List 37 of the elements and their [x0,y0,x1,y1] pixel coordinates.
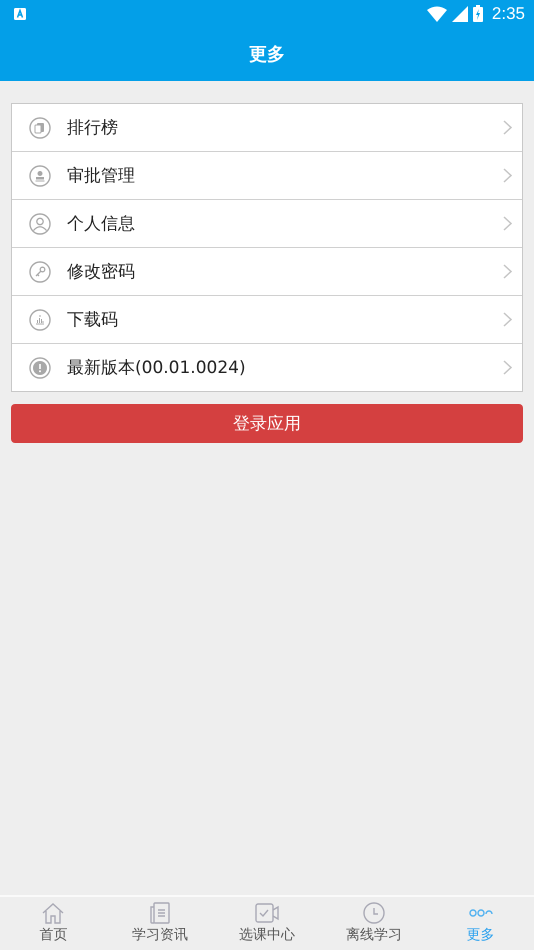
video-icon [254,901,280,925]
app-icon [14,8,26,20]
clock-icon [360,901,387,925]
menu-label: 下载码 [67,309,119,331]
tab[interactable]: 离线学习 [320,897,428,950]
tab[interactable]: 首页 [0,897,107,950]
wifi-icon [426,6,447,22]
chevron-icon [503,312,512,327]
battery-icon [472,5,483,22]
menu-item[interactable]: 修改密码 [12,248,522,296]
tab[interactable]: 选课中心 [214,897,320,950]
info-icon [29,356,51,378]
menu-item[interactable]: 审批管理 [12,152,522,200]
user-icon [29,212,51,234]
chevron-icon [503,168,512,183]
menu-label: 排行榜 [67,117,119,139]
chevron-icon [503,120,512,135]
login-button[interactable]: 登录应用 [11,404,523,443]
menu-label: 最新版本(00.01.0024) [67,357,247,379]
menu-item[interactable]: 排行榜 [12,104,522,152]
page-title: 更多 [249,43,285,66]
signal-icon [452,6,468,22]
chevron-icon [503,216,512,231]
chevron-icon [503,264,512,279]
key-icon [29,260,51,282]
chevron-icon [503,360,512,375]
menu-label: 修改密码 [67,261,136,283]
stamp-icon [29,164,51,186]
tab[interactable]: 学习资讯 [106,897,214,950]
chart-icon [29,308,51,330]
menu-label: 个人信息 [67,213,136,235]
menu-item[interactable]: 个人信息 [12,200,522,248]
pages-icon [29,116,51,138]
menu-item[interactable]: 最新版本(00.01.0024) [12,344,522,391]
menu-label: 审批管理 [67,165,136,187]
clock-time: 2:35 [492,4,525,24]
menu-item[interactable]: 下载码 [12,296,522,344]
